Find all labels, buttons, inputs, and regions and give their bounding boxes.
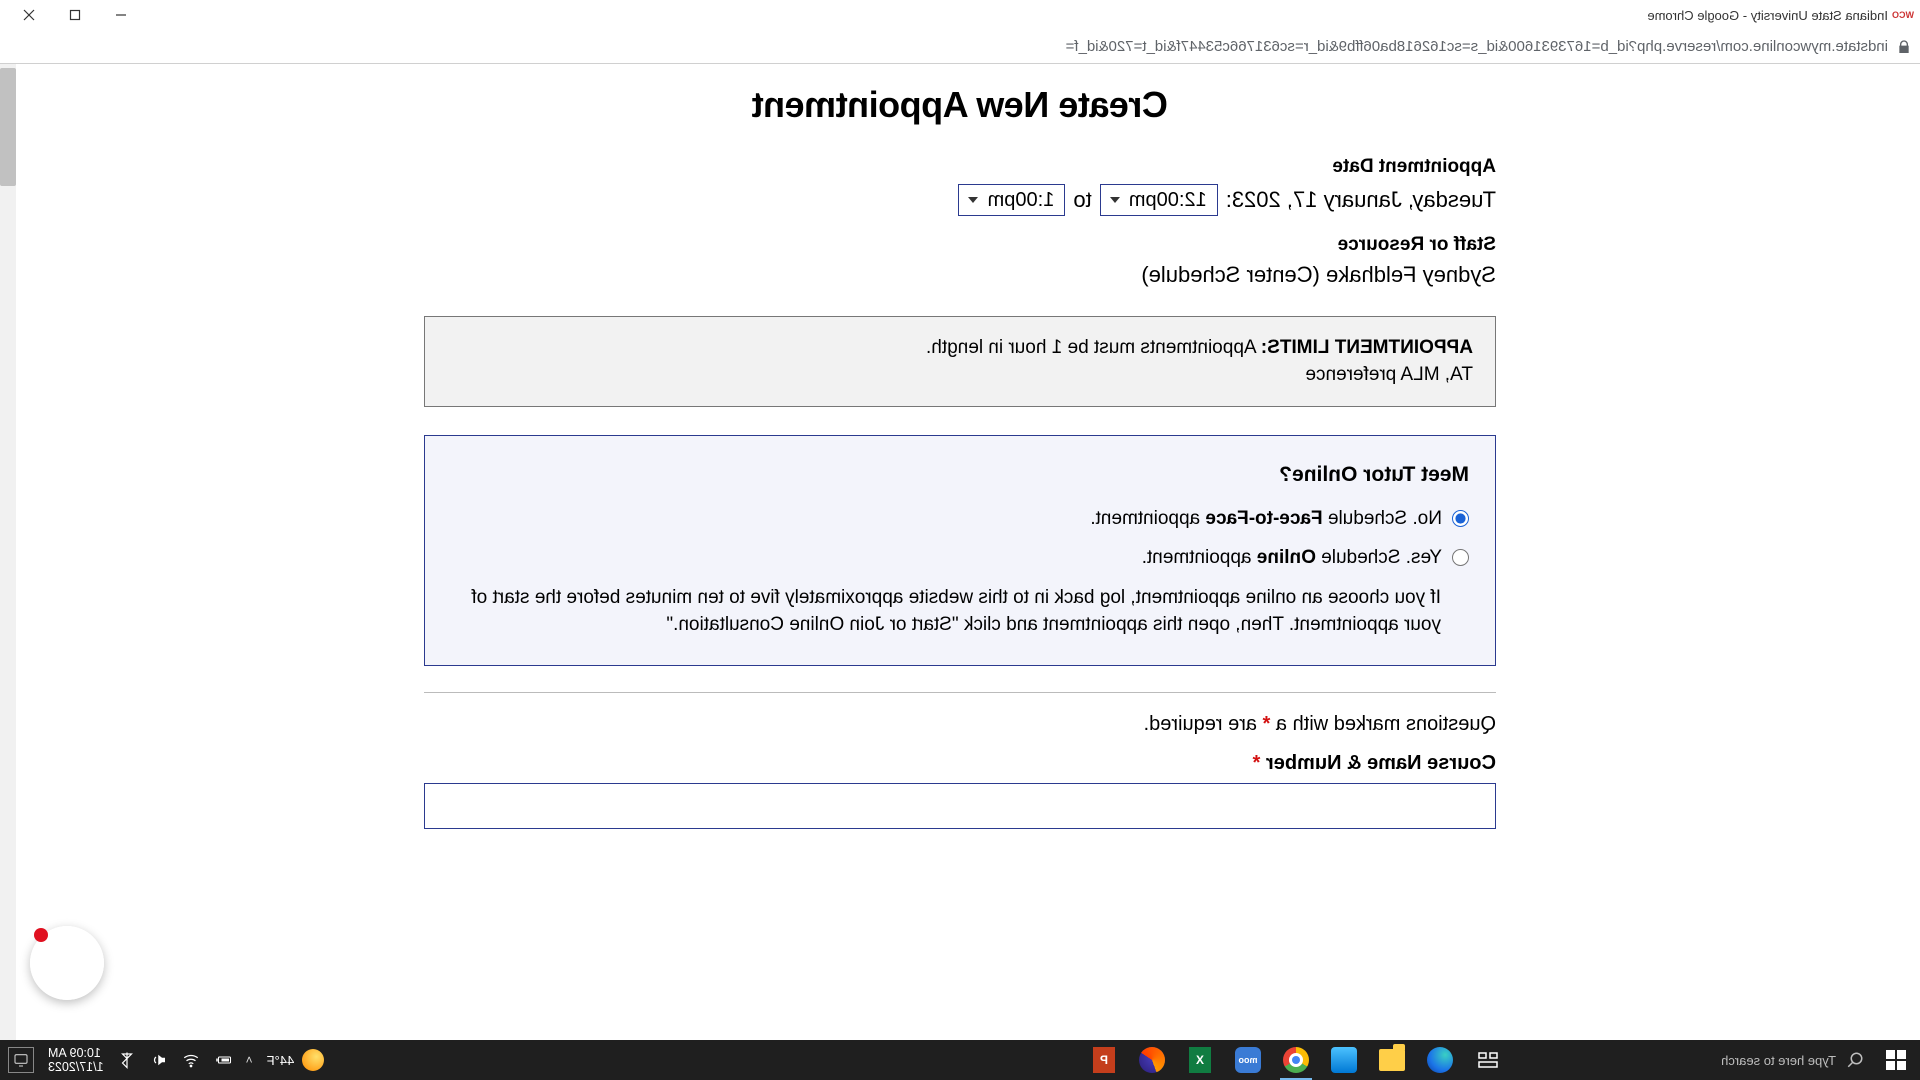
start-button[interactable] [1872,1040,1920,1080]
store-icon [1331,1047,1357,1073]
page-title: Create New Appointment [424,84,1496,126]
opt-no-pre: No. Schedule [1323,508,1442,529]
meet-online-question: Meet Tutor Online? [451,460,1469,490]
favicon-text: WCO [1892,10,1914,20]
clock-date: 1/17/2023 [48,1060,104,1074]
powerpoint-app[interactable]: P [1080,1040,1128,1080]
edge-app[interactable] [1416,1040,1464,1080]
weather-sun-icon [302,1049,324,1071]
radio-online[interactable] [1452,549,1469,566]
taskbar: Type here to search moo X P 44°F ˄ 10:09… [0,1040,1920,1080]
opt-yes-bold: Online [1257,547,1316,568]
req-pre: Questions marked with a [1270,713,1496,735]
messenger-bubble[interactable] [30,926,104,1000]
window-close-button[interactable] [6,0,52,30]
appointment-date-label: Appointment Date [424,156,1496,178]
task-view-icon [1476,1048,1500,1072]
staff-name: Sydney Feldhake (Center Schedule) [424,262,1496,288]
taskbar-search-placeholder: Type here to search [1721,1053,1836,1068]
opt-no-post: appointment. [1090,508,1205,529]
chrome-app[interactable] [1272,1040,1320,1080]
moodle-icon: moo [1235,1047,1261,1073]
radio-face-to-face[interactable] [1452,510,1469,527]
to-label: to [1073,187,1091,213]
separator [424,692,1496,693]
opt-no-bold: Face-to-Face [1205,508,1322,529]
required-note: Questions marked with a * are required. [424,713,1496,736]
appointment-date-row: Tuesday, January 17, 2023: 12:00pm to 1:… [424,184,1496,216]
weather-temp: 44°F [267,1053,295,1068]
course-name-input[interactable] [424,783,1496,829]
action-center-button[interactable] [8,1047,34,1073]
staff-label: Staff or Resource [424,234,1496,256]
notification-dot-icon [34,928,48,942]
firefox-icon [1139,1047,1165,1073]
task-view-button[interactable] [1464,1040,1512,1080]
course-label-text: Course Name & Number [1266,752,1496,774]
window-maximize-button[interactable] [52,0,98,30]
limits-text: Appointments must be 1 hour in length. [926,337,1261,358]
excel-app[interactable]: X [1176,1040,1224,1080]
opt-yes-post: appointment. [1142,547,1257,568]
powerpoint-icon: P [1093,1047,1115,1073]
appointment-limits-box: APPOINTMENT LIMITS: Appointments must be… [424,316,1496,407]
edge-icon [1427,1047,1453,1073]
limits-preference: TA, MLA preference [447,362,1473,389]
course-required-star-icon: * [1253,752,1261,774]
url-text[interactable]: indstate.mywconline.com/reserve.php?id_b… [8,38,1888,55]
file-explorer-app[interactable] [1368,1040,1416,1080]
moodle-app[interactable]: moo [1224,1040,1272,1080]
bluetooth-icon[interactable] [118,1051,136,1069]
appointment-date-text: Tuesday, January 17, 2023: [1226,187,1496,213]
limits-heading: APPOINTMENT LIMITS: [1261,337,1473,358]
scrollbar-track[interactable] [0,64,16,1040]
taskbar-weather[interactable]: 44°F [267,1049,325,1071]
chrome-icon [1283,1047,1309,1073]
battery-icon[interactable] [214,1051,232,1069]
volume-icon[interactable] [150,1051,168,1069]
lock-icon [1896,39,1912,55]
window-titlebar: WCO Indiana State University - Google Ch… [0,0,1920,30]
windows-logo-icon [1886,1050,1906,1070]
start-time-select[interactable]: 12:00pm [1100,184,1218,216]
online-hint: If you choose an online appointment, log… [451,584,1469,639]
clock-time: 10:09 AM [48,1046,104,1060]
opt-yes-pre: Yes. Schedule [1316,547,1442,568]
option-online[interactable]: Yes. Schedule Online appointment. [451,544,1469,572]
search-icon [1846,1051,1864,1069]
notification-icon [13,1052,29,1068]
taskbar-clock[interactable]: 10:09 AM 1/17/2023 [48,1046,104,1075]
option-face-to-face[interactable]: No. Schedule Face-to-Face appointment. [451,505,1469,533]
tray-chevron-icon[interactable]: ˄ [246,1053,253,1067]
window-title: Indiana State University - Google Chrome [1647,8,1888,23]
scrollbar-thumb[interactable] [0,68,16,186]
excel-icon: X [1189,1047,1211,1073]
required-star-icon: * [1263,713,1271,735]
meet-online-box: Meet Tutor Online? No. Schedule Face-to-… [424,435,1496,666]
wifi-icon[interactable] [182,1051,200,1069]
page-viewport: Create New Appointment Appointment Date … [0,64,1920,1040]
req-post: are required. [1144,713,1263,735]
firefox-app[interactable] [1128,1040,1176,1080]
course-field-label: Course Name & Number * [424,752,1496,775]
browser-address-bar: indstate.mywconline.com/reserve.php?id_b… [0,30,1920,64]
taskbar-search[interactable]: Type here to search [1512,1040,1872,1080]
microsoft-store-app[interactable] [1320,1040,1368,1080]
end-time-select[interactable]: 1:00pm [958,184,1065,216]
window-minimize-button[interactable] [98,0,144,30]
folder-icon [1379,1049,1405,1071]
